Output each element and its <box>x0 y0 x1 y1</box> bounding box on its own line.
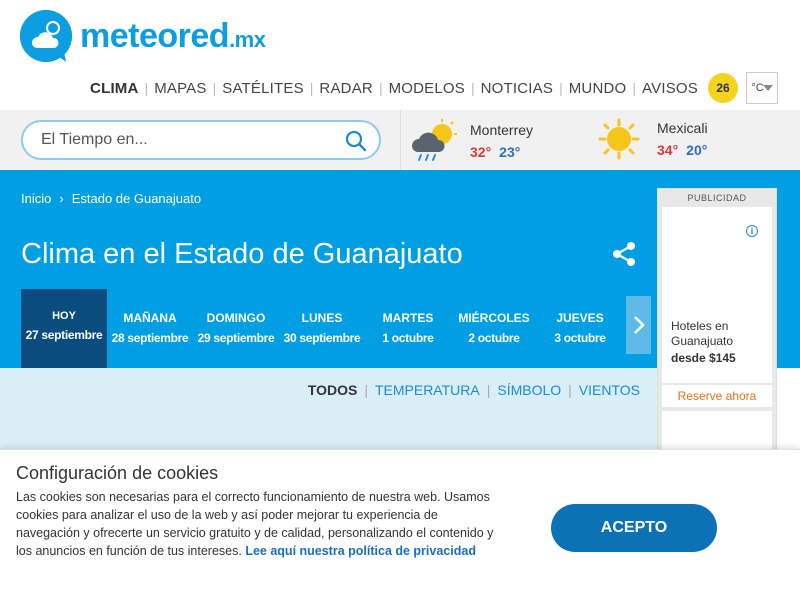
next-days-button[interactable] <box>626 296 651 354</box>
cookie-title: Configuración de cookies <box>16 463 219 483</box>
filter-todos[interactable]: TODOS <box>301 382 365 398</box>
cookie-text: Las cookies son necesarias para el corre… <box>16 488 496 560</box>
city-card-mexicali[interactable]: Mexicali 34° 20° <box>598 118 708 160</box>
sun-icon <box>598 118 640 160</box>
day-date: 28 septiembre <box>111 331 189 345</box>
day-date: 1 octubre <box>382 331 434 345</box>
breadcrumb-home[interactable]: Inicio <box>21 191 51 206</box>
search-box[interactable] <box>21 120 381 160</box>
nav-avisos[interactable]: AVISOS <box>636 80 704 97</box>
nav-modelos[interactable]: MODELOS <box>383 80 471 97</box>
ad-text: Hoteles en Guanajuato <box>671 319 733 349</box>
chevron-down-icon <box>763 85 773 91</box>
search-input[interactable] <box>41 131 341 149</box>
max-temp: 34° <box>657 142 679 158</box>
day-name: HOY <box>52 310 76 322</box>
tab-day-domingo[interactable]: DOMINGO 29 septiembre <box>193 289 279 368</box>
city-name: Mexicali <box>657 120 708 136</box>
chevron-right-icon: › <box>59 191 64 206</box>
divider <box>400 110 401 170</box>
day-date: 30 septiembre <box>283 331 361 345</box>
city-card-monterrey[interactable]: Monterrey 32° 23° <box>408 118 533 164</box>
day-date: 27 septiembre <box>25 328 103 342</box>
day-name: LUNES <box>301 311 343 325</box>
day-name: MIÉRCOLES <box>458 311 530 325</box>
unit-label: °C <box>751 82 764 94</box>
page-title: Clima en el Estado de Guanajuato <box>21 238 463 270</box>
breadcrumb-current[interactable]: Estado de Guanajuato <box>72 191 201 206</box>
day-name: MAÑANA <box>123 311 177 325</box>
info-icon[interactable]: i <box>746 225 758 237</box>
tab-day-lunes[interactable]: LUNES 30 septiembre <box>279 289 365 368</box>
tab-day-manana[interactable]: MAÑANA 28 septiembre <box>107 289 193 368</box>
nav-satelites[interactable]: SATÉLITES <box>216 80 310 97</box>
day-tabs: HOY 27 septiembre MAÑANA 28 septiembre D… <box>21 289 623 368</box>
nav-noticias[interactable]: NOTICIAS <box>475 80 559 97</box>
min-temp: 23° <box>499 144 521 160</box>
min-temp: 20° <box>686 142 708 158</box>
rain-cloud-sun-icon <box>411 119 457 161</box>
nav-radar[interactable]: RADAR <box>313 80 379 97</box>
search-row: Monterrey 32° 23° Mexicali 34° 20° <box>0 110 800 170</box>
tab-day-martes[interactable]: MARTES 1 octubre <box>365 289 451 368</box>
max-temp: 32° <box>470 144 492 160</box>
city-temps: 34° 20° <box>657 142 708 158</box>
day-date: 29 septiembre <box>197 331 275 345</box>
map-filter-band: TODOS | TEMPERATURA | SÍMBOLO | VIENTOS <box>0 368 657 458</box>
cookie-banner: Configuración de cookies Las cookies son… <box>0 449 800 600</box>
logo-text: meteored.mx <box>80 16 266 55</box>
day-date: 3 octubre <box>554 331 606 345</box>
ad-price: desde $145 <box>671 351 736 365</box>
chevron-right-icon <box>633 316 645 334</box>
logo[interactable]: meteored.mx <box>20 10 266 62</box>
city-temps: 32° 23° <box>470 144 533 160</box>
map-filters: TODOS | TEMPERATURA | SÍMBOLO | VIENTOS <box>301 382 647 398</box>
ad-label: PUBLICIDAD <box>687 193 747 203</box>
city-name: Monterrey <box>470 122 534 138</box>
search-icon[interactable] <box>345 130 367 152</box>
breadcrumb: Inicio › Estado de Guanajuato <box>21 191 201 206</box>
ad-text-line: Guanajuato <box>671 334 734 348</box>
site-header: meteored.mx CLIMA | MAPAS | SATÉLITES | … <box>0 0 800 110</box>
share-icon[interactable] <box>610 240 638 268</box>
filter-temperatura[interactable]: TEMPERATURA <box>368 382 487 398</box>
alerts-count-badge[interactable]: 26 <box>708 73 738 103</box>
accept-cookies-button[interactable]: ACEPTO <box>551 504 717 552</box>
logo-cloud-icon <box>20 10 72 62</box>
day-name: JUEVES <box>556 311 604 325</box>
tab-day-hoy[interactable]: HOY 27 septiembre <box>21 289 107 368</box>
nav-mapas[interactable]: MAPAS <box>148 80 212 97</box>
unit-selector[interactable]: °C <box>746 72 778 104</box>
nav-mundo[interactable]: MUNDO <box>563 80 633 97</box>
day-name: MARTES <box>382 311 434 325</box>
filter-vientos[interactable]: VIENTOS <box>572 382 647 398</box>
ad-card[interactable]: i Hoteles en Guanajuato desde $145 <box>662 207 772 383</box>
privacy-policy-link[interactable]: Lee aquí nuestra política de privacidad <box>245 544 476 558</box>
day-date: 2 octubre <box>468 331 520 345</box>
ad-text-line: Hoteles en <box>671 319 729 333</box>
ad-cta-link[interactable]: Reserve ahora <box>662 385 772 407</box>
tab-day-miercoles[interactable]: MIÉRCOLES 2 octubre <box>451 289 537 368</box>
tab-day-jueves[interactable]: JUEVES 3 octubre <box>537 289 623 368</box>
ad-panel: PUBLICIDAD i Hoteles en Guanajuato desde… <box>657 188 777 458</box>
main-nav: CLIMA | MAPAS | SATÉLITES | RADAR | MODE… <box>84 72 778 104</box>
nav-clima[interactable]: CLIMA <box>84 80 145 97</box>
filter-simbolo[interactable]: SÍMBOLO <box>490 382 568 398</box>
day-name: DOMINGO <box>206 311 266 325</box>
